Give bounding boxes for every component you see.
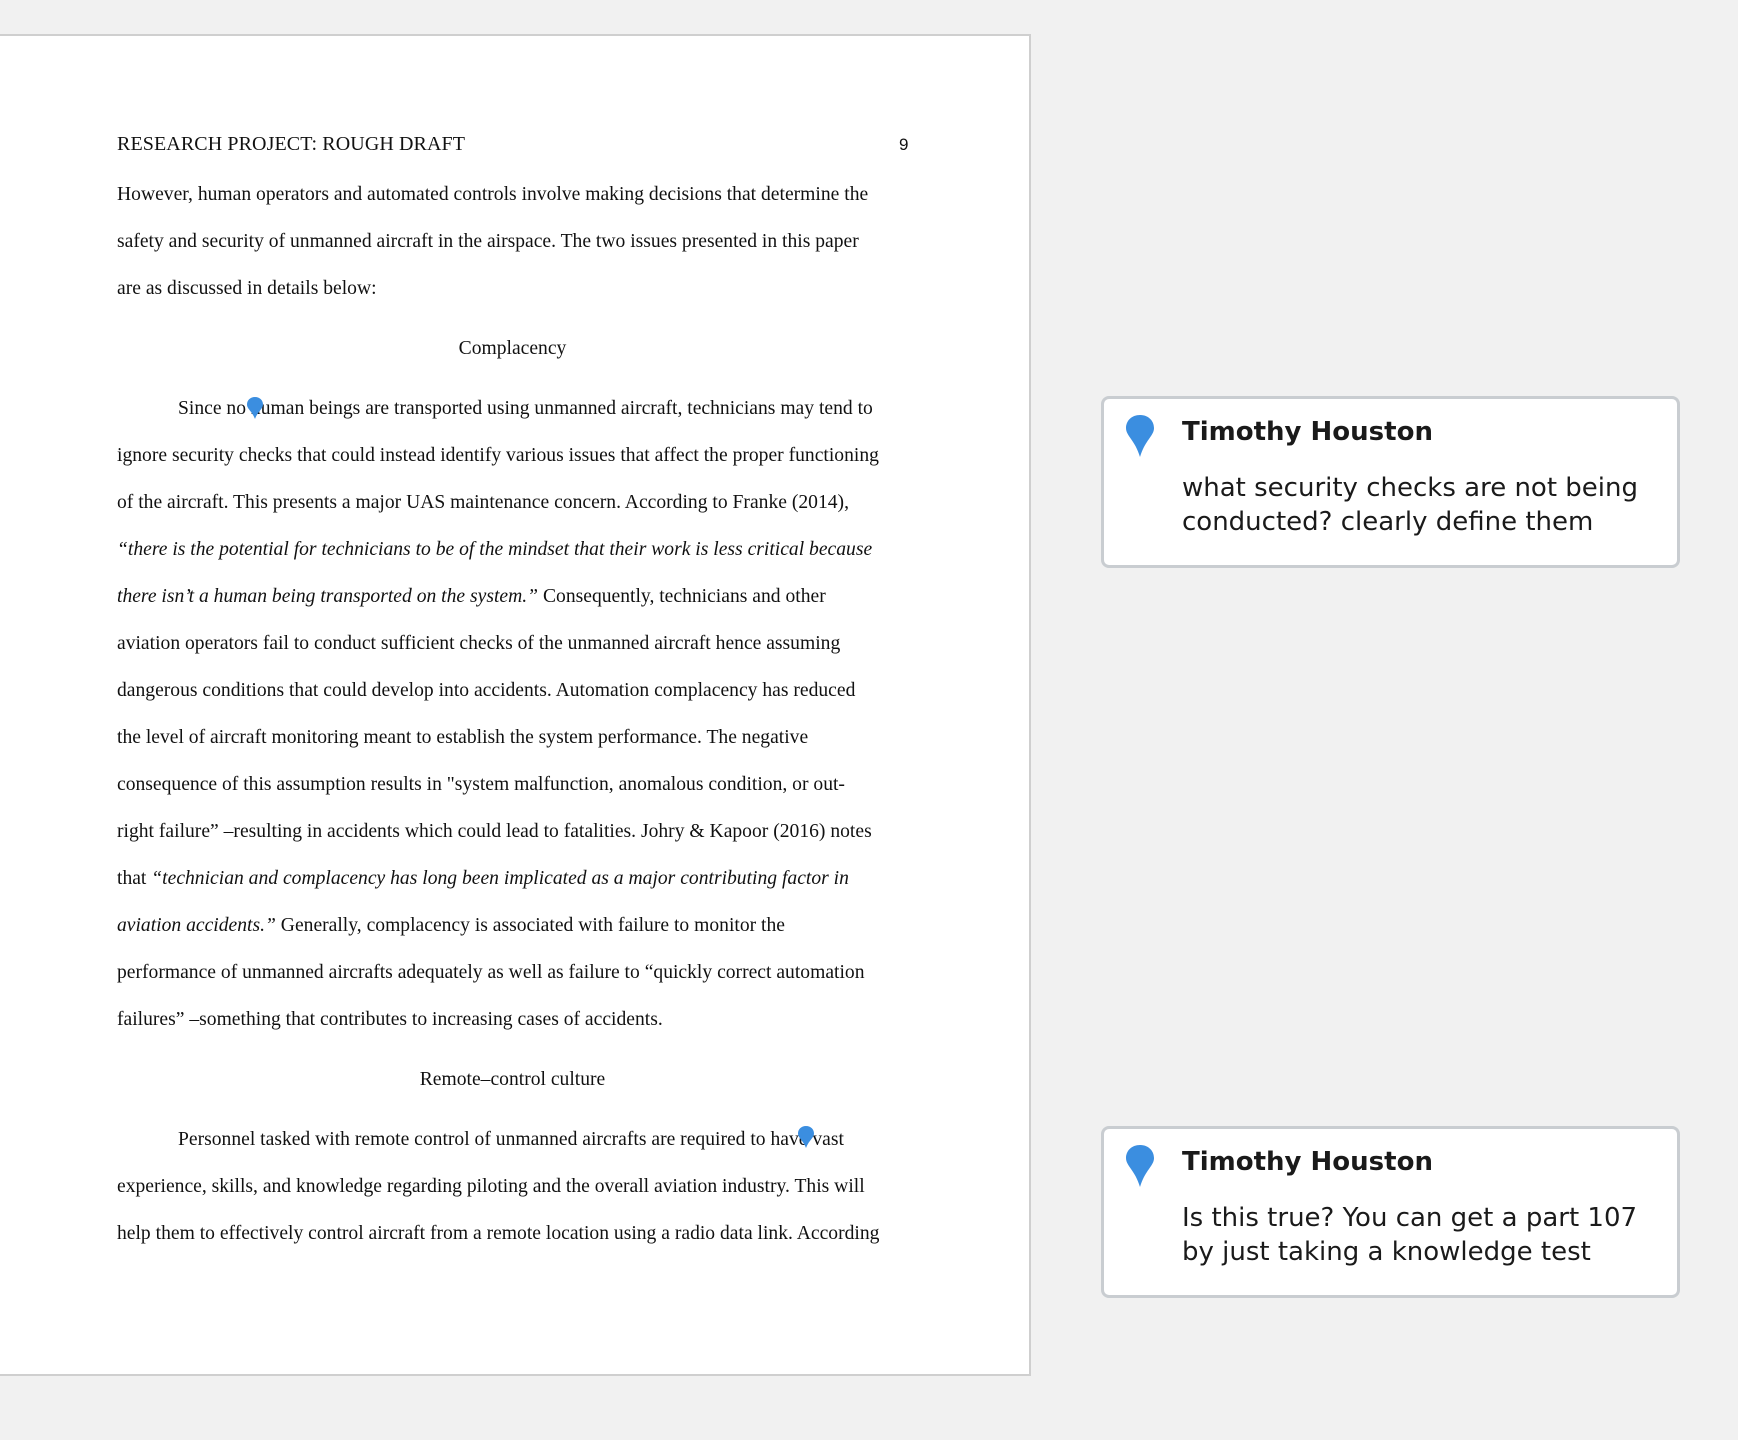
quote-line: aviation accidents.” Generally, complace… xyxy=(117,914,785,938)
comment-anchor-pin-icon[interactable] xyxy=(797,1126,815,1148)
comment-anchor-pin-icon[interactable] xyxy=(246,397,264,419)
comment-text: what security checks are not being condu… xyxy=(1182,473,1639,537)
quote-line: “there is the potential for technicians … xyxy=(117,538,872,562)
comment-text: Is this true? You can get a part 107 by … xyxy=(1182,1203,1638,1267)
paragraph-line: dangerous conditions that could develop … xyxy=(117,680,856,701)
paragraph-line: experience, skills, and knowledge regard… xyxy=(117,1176,865,1197)
line-text: Generally, complacency is associated wit… xyxy=(275,915,785,936)
section-heading-complacency: Complacency xyxy=(458,338,567,359)
paragraph-line: Personnel tasked with remote control of … xyxy=(178,1129,844,1150)
quote-line: there isn’t a human being transported on… xyxy=(117,585,826,609)
paragraph-line: However, human operators and automated c… xyxy=(117,184,869,205)
line-text: that xyxy=(117,868,152,889)
comment-author: Timothy Houston xyxy=(1182,417,1433,447)
paragraph-line: aviation operators fail to conduct suffi… xyxy=(117,633,841,654)
comment-pin-icon xyxy=(1126,1145,1154,1187)
line-text: Consequently, technicians and other xyxy=(538,586,826,607)
paragraph-line: the level of aircraft monitoring meant t… xyxy=(117,727,809,748)
paragraph-line: failures” –something that contributes to… xyxy=(117,1009,663,1030)
comment-card[interactable]: Timothy Houston what security checks are… xyxy=(1101,396,1680,568)
section-heading-remote-control: Remote–control culture xyxy=(419,1069,606,1090)
comment-pin-icon xyxy=(1126,415,1154,457)
paragraph-line: Since no human beings are transported us… xyxy=(178,398,873,419)
comment-author: Timothy Houston xyxy=(1182,1147,1433,1177)
paragraph-line: of the aircraft. This presents a major U… xyxy=(117,492,849,513)
paragraph-line: safety and security of unmanned aircraft… xyxy=(117,231,859,252)
paragraph-line: performance of unmanned aircrafts adequa… xyxy=(117,962,865,983)
paragraph-line: ignore security checks that could instea… xyxy=(117,445,879,466)
page-number: 9 xyxy=(899,135,909,154)
running-head: RESEARCH PROJECT: ROUGH DRAFT xyxy=(117,133,466,155)
quote-text: “there is the potential for technicians … xyxy=(117,539,873,560)
quote-line: that “technician and complacency has lon… xyxy=(117,867,849,891)
paragraph-line: help them to effectively control aircraf… xyxy=(117,1223,880,1244)
paragraph-line: consequence of this assumption results i… xyxy=(117,774,845,795)
document-page: RESEARCH PROJECT: ROUGH DRAFT 9 However,… xyxy=(0,34,1031,1376)
paragraph-line: are as discussed in details below: xyxy=(117,278,377,299)
quote-text: “technician and complacency has long bee… xyxy=(151,868,849,889)
comment-card[interactable]: Timothy Houston Is this true? You can ge… xyxy=(1101,1126,1680,1298)
quote-text: aviation accidents.” xyxy=(117,915,276,936)
paragraph-line: right failure” –resulting in accidents w… xyxy=(117,821,872,842)
quote-text: there isn’t a human being transported on… xyxy=(117,586,539,607)
